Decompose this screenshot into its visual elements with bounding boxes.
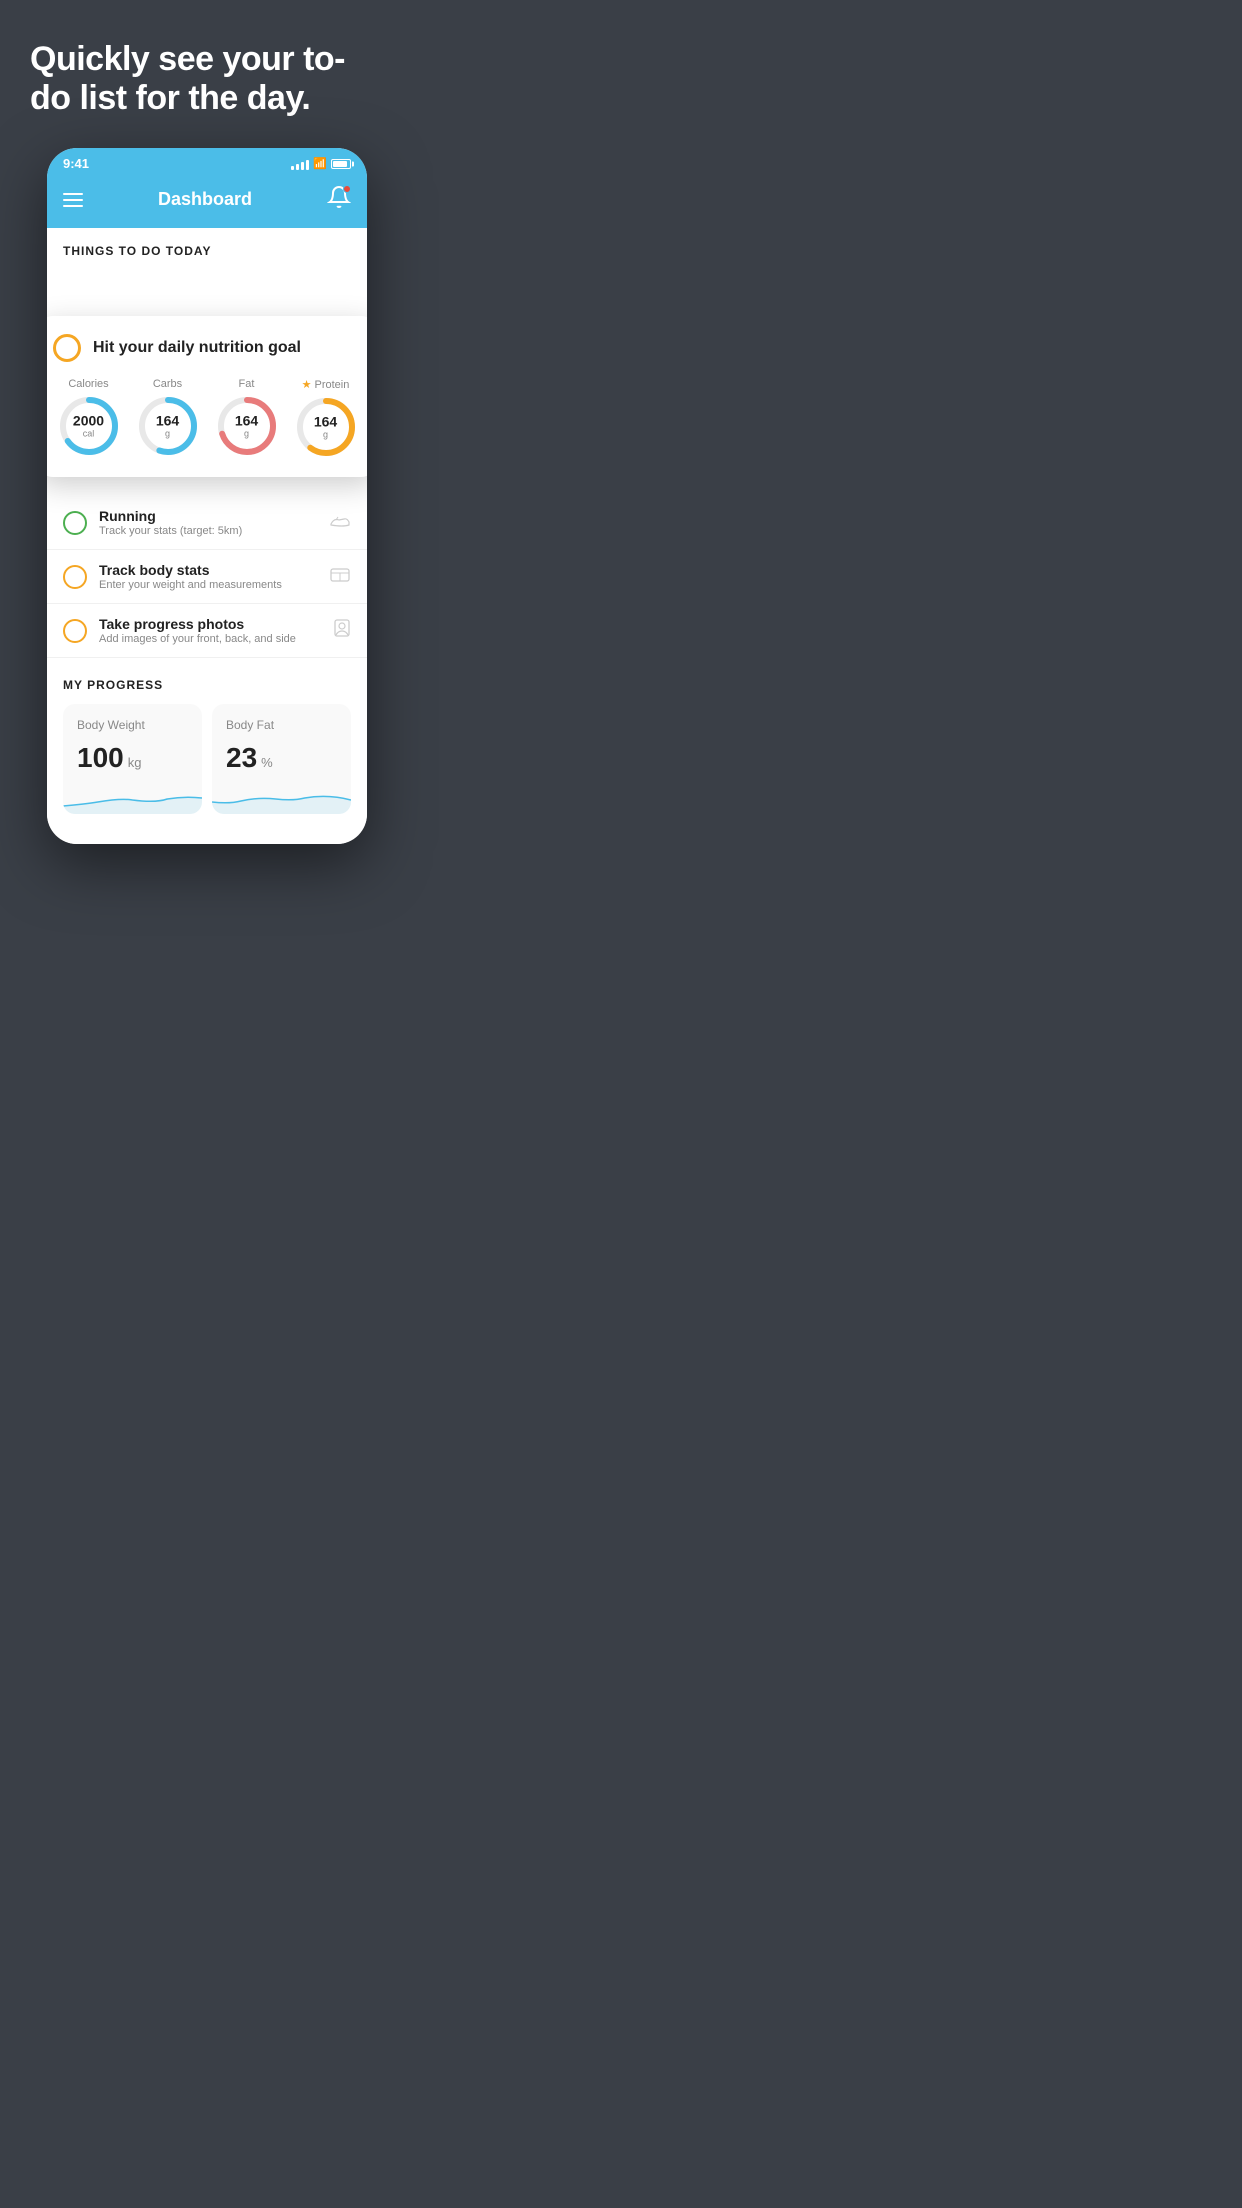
todo-title-progress-photos: Take progress photos — [99, 616, 321, 632]
todo-item-body-stats[interactable]: Track body stats Enter your weight and m… — [47, 550, 367, 604]
fat-donut: 164 g — [215, 394, 279, 458]
calories-label: Calories — [68, 378, 108, 390]
nutrition-card-title: Hit your daily nutrition goal — [93, 339, 301, 357]
shoe-icon — [329, 512, 351, 533]
carbs-label: Carbs — [153, 378, 182, 390]
fat-unit: % — [261, 755, 273, 770]
progress-cards: Body Weight 100 kg Body Fat — [63, 704, 351, 814]
wifi-icon: 📶 — [313, 157, 327, 170]
fat-label: Fat — [239, 378, 255, 390]
nutrition-protein: ★ Protein 164 g — [290, 378, 361, 459]
notification-button[interactable] — [327, 185, 351, 214]
protein-label: ★ Protein — [302, 378, 350, 391]
hero-title: Quickly see your to-do list for the day. — [30, 40, 384, 118]
todo-sub-body-stats: Enter your weight and measurements — [99, 579, 317, 591]
signal-icon — [291, 158, 309, 170]
todo-circle-body-stats — [63, 565, 87, 589]
weight-unit: kg — [128, 755, 142, 770]
progress-card-weight-title: Body Weight — [77, 718, 188, 732]
task-circle — [53, 334, 81, 362]
header-title: Dashboard — [158, 189, 252, 210]
status-time: 9:41 — [63, 156, 89, 171]
star-icon: ★ — [302, 378, 312, 391]
fat-number: 23 — [226, 742, 257, 774]
card-title-row: Hit your daily nutrition goal — [53, 334, 361, 362]
nutrition-grid: Calories 2000 cal — [53, 378, 361, 459]
progress-card-weight-value: 100 kg — [77, 742, 188, 774]
todo-circle-progress-photos — [63, 619, 87, 643]
progress-card-weight: Body Weight 100 kg — [63, 704, 202, 814]
phone-frame: 9:41 📶 Dashboard — [47, 148, 367, 844]
todo-sub-running: Track your stats (target: 5km) — [99, 525, 317, 537]
todo-title-running: Running — [99, 508, 317, 524]
scale-icon — [329, 565, 351, 588]
nutrition-fat: Fat 164 g — [211, 378, 282, 459]
todo-info-body-stats: Track body stats Enter your weight and m… — [99, 562, 317, 591]
todo-item-progress-photos[interactable]: Take progress photos Add images of your … — [47, 604, 367, 658]
todo-info-progress-photos: Take progress photos Add images of your … — [99, 616, 321, 645]
progress-card-fat: Body Fat 23 % — [212, 704, 351, 814]
carbs-donut: 164 g — [136, 394, 200, 458]
nutrition-card: Hit your daily nutrition goal Calories 2 — [47, 316, 367, 477]
nutrition-carbs: Carbs 164 g — [132, 378, 203, 459]
todo-circle-running — [63, 511, 87, 535]
status-bar: 9:41 📶 — [47, 148, 367, 175]
things-section-label: THINGS TO DO TODAY — [47, 228, 367, 268]
progress-card-fat-title: Body Fat — [226, 718, 337, 732]
todo-sub-progress-photos: Add images of your front, back, and side — [99, 633, 321, 645]
weight-number: 100 — [77, 742, 124, 774]
battery-icon — [331, 159, 351, 169]
hero-section: Quickly see your to-do list for the day. — [0, 0, 414, 138]
status-icons: 📶 — [291, 157, 351, 170]
nutrition-calories: Calories 2000 cal — [53, 378, 124, 459]
progress-section-label: MY PROGRESS — [63, 678, 351, 692]
content-area: THINGS TO DO TODAY Hit your daily nutrit… — [47, 228, 367, 844]
calories-donut: 2000 cal — [57, 394, 121, 458]
progress-card-fat-value: 23 % — [226, 742, 337, 774]
todo-info-running: Running Track your stats (target: 5km) — [99, 508, 317, 537]
person-icon — [333, 618, 351, 643]
progress-section: MY PROGRESS Body Weight 100 kg — [47, 658, 367, 824]
todo-item-running[interactable]: Running Track your stats (target: 5km) — [47, 496, 367, 550]
protein-donut: 164 g — [294, 395, 358, 459]
page-wrapper: Quickly see your to-do list for the day.… — [0, 0, 414, 884]
menu-button[interactable] — [63, 193, 83, 207]
app-header: Dashboard — [47, 175, 367, 228]
todo-list: Running Track your stats (target: 5km) — [47, 496, 367, 658]
todo-title-body-stats: Track body stats — [99, 562, 317, 578]
